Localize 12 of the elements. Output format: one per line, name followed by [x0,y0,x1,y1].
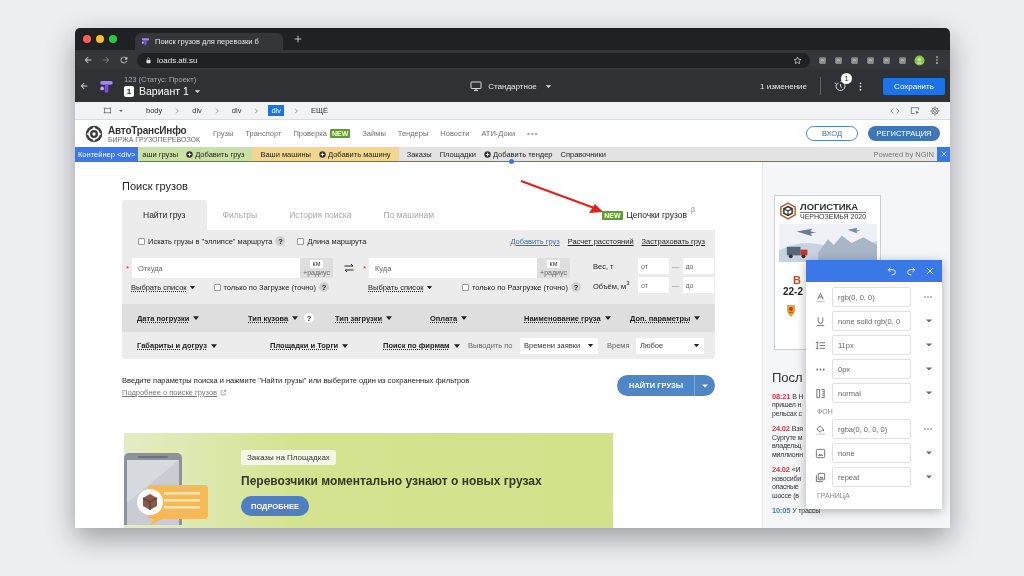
promo-tag: Заказы на Площадках [241,450,336,465]
news-heading: Посл [772,370,803,385]
ad-title: ЛОГИСТИКА [800,201,860,212]
ad-date: 22-2 [783,286,804,297]
required-mark: * [363,263,368,273]
variant-badge: 1 [124,85,134,97]
ad-text: В [793,274,802,286]
required-mark: * [126,263,131,273]
page-title: Поиск грузов [122,180,189,194]
promo-title: Перевозчики моментально узнают о новых грузах [241,474,542,488]
changes-count: 1 изменение [760,81,807,91]
logo-text: АвтоТрансИнфо [108,124,187,136]
